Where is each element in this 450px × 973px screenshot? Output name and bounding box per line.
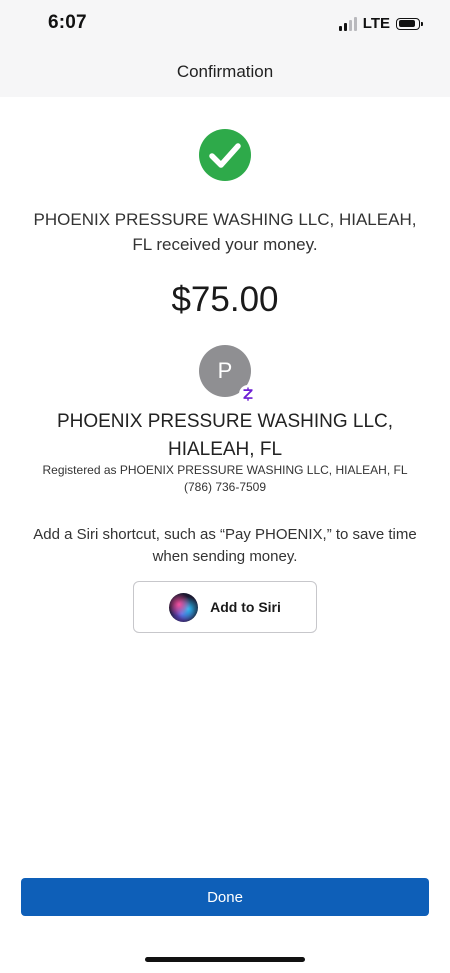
battery-icon — [396, 17, 423, 30]
check-circle-icon — [199, 129, 251, 181]
top-bar: 6:07 LTE Confirmation — [0, 0, 450, 97]
recipient-phone: (786) 736-7509 — [183, 480, 267, 494]
siri-shortcut-text: Add a Siri shortcut, such as “Pay PHOENI… — [33, 526, 417, 565]
recipient-name: PHOENIX PRESSURE WASHING LLC, HIALEAH, F… — [56, 411, 394, 460]
add-to-siri-button[interactable]: Add to Siri — [133, 581, 317, 633]
done-button[interactable]: Done — [21, 878, 429, 916]
siri-icon — [169, 592, 199, 622]
done-label: Done — [207, 888, 243, 906]
network-type: LTE — [362, 15, 390, 32]
zelle-icon — [239, 385, 257, 403]
amount: $75.00 — [171, 280, 279, 319]
status-indicators: LTE — [338, 15, 423, 32]
registered-as: Registered as PHOENIX PRESSURE WASHING L… — [42, 463, 408, 477]
status-time: 6:07 — [48, 12, 87, 33]
confirmation-message: PHOENIX PRESSURE WASHING LLC, HIALEAH, F… — [33, 210, 417, 254]
add-to-siri-label: Add to Siri — [210, 599, 281, 615]
signal-icon — [338, 16, 357, 31]
avatar-initial: P — [217, 358, 233, 383]
home-indicator[interactable] — [145, 957, 305, 962]
page-title: Confirmation — [176, 62, 274, 81]
